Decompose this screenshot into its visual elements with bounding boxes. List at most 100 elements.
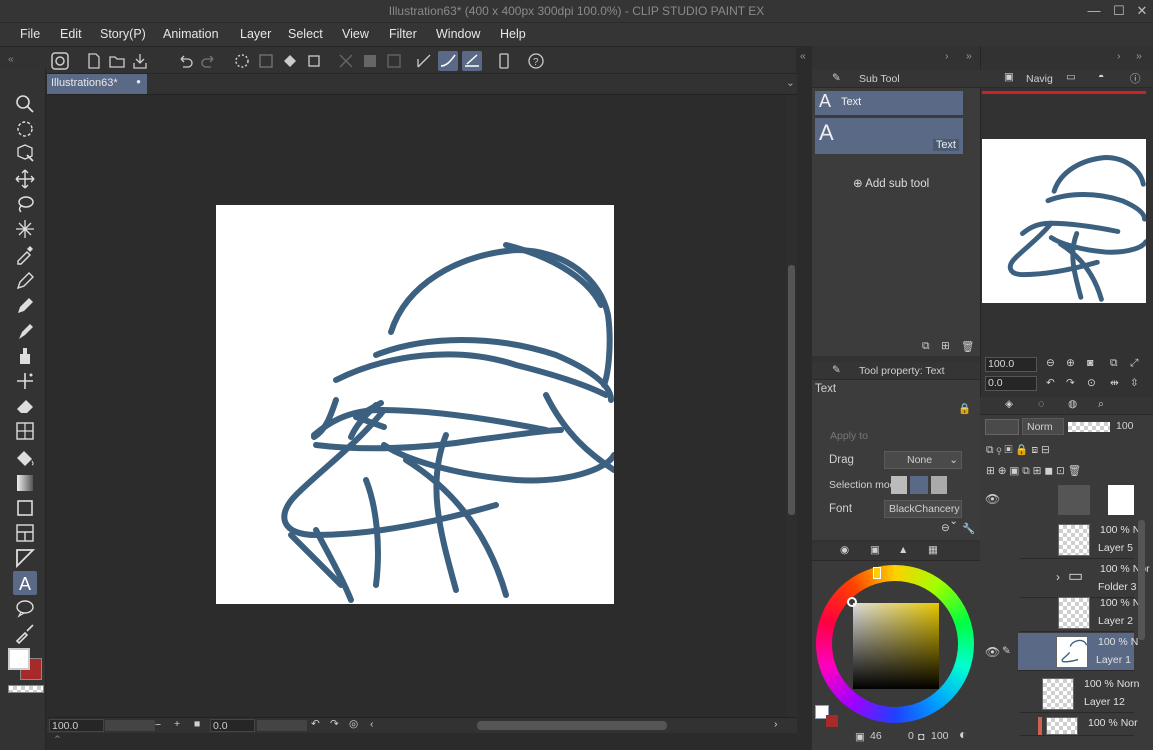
redo-icon[interactable] — [199, 51, 219, 71]
layer-tab-icon[interactable]: ◈ — [1005, 398, 1013, 410]
pen-icon[interactable] — [13, 269, 37, 293]
nav-zoom-out-icon[interactable]: ⊖ — [1046, 357, 1055, 369]
decoration-icon[interactable] — [13, 369, 37, 393]
save-icon[interactable] — [130, 51, 150, 71]
fill-bucket-icon[interactable] — [280, 51, 300, 71]
sub-tool-group-text[interactable]: A Text — [815, 91, 963, 115]
wrench-icon[interactable]: 🔧 — [962, 522, 975, 535]
tool-property-title[interactable]: Tool property: Text — [859, 365, 945, 377]
snap-grid-icon[interactable] — [462, 51, 482, 71]
blend-icon[interactable] — [13, 419, 37, 443]
airbrush-icon[interactable] — [13, 344, 37, 368]
selection-border-icon[interactable] — [384, 51, 404, 71]
transform-icon[interactable] — [304, 51, 324, 71]
selection-mode-subtract-icon[interactable] — [931, 476, 947, 494]
menu-layer[interactable]: Layer — [240, 27, 271, 41]
reset-tool-icon[interactable]: ⊖ — [941, 522, 950, 534]
rotation-slider[interactable] — [257, 720, 307, 731]
smartphone-icon[interactable] — [494, 51, 514, 71]
sub-view-tab-icon[interactable]: ▭ — [1066, 71, 1076, 83]
figure-icon[interactable] — [13, 496, 37, 520]
info-tab-icon[interactable]: ◓ — [1098, 71, 1104, 83]
add-sub-tool-button[interactable]: ⊕ Add sub tool — [853, 176, 929, 190]
zoom-out-icon[interactable]: − — [155, 719, 161, 731]
rotation-field[interactable]: 0.0 — [210, 719, 255, 732]
rotate-right-icon[interactable]: ↷ — [330, 718, 339, 730]
canvas-horizontal-scrollbar[interactable] — [477, 721, 667, 730]
drawing-canvas[interactable] — [216, 205, 617, 604]
right-column-expand-icon[interactable]: › — [1117, 50, 1121, 62]
nav-zoom-in-icon[interactable]: ⊕ — [1066, 357, 1075, 369]
visibility-eye-icon[interactable]: 👁 — [985, 492, 1000, 506]
history-tab-icon[interactable]: ▦ — [928, 544, 938, 556]
nav-fit-window-icon[interactable]: ⧉ — [1110, 357, 1118, 370]
snap-special-ruler-icon[interactable] — [438, 51, 458, 71]
undo-icon[interactable] — [175, 51, 195, 71]
menu-animation[interactable]: Animation — [163, 27, 219, 41]
selection-mode-add-icon[interactable] — [910, 476, 928, 494]
lasso-icon[interactable] — [13, 192, 37, 216]
nav-reset-rotation-icon[interactable]: ⊙ — [1087, 377, 1096, 389]
collapse-left-icon[interactable]: « — [8, 53, 14, 65]
expand-icon[interactable]: ⌃ — [53, 734, 62, 746]
brush-icon[interactable] — [13, 319, 37, 343]
layer-row-layer5[interactable]: 100 % N Layer 5 — [1020, 521, 1140, 559]
layer-property-tab-icon[interactable]: ◌ — [1038, 398, 1044, 410]
new-subtool-icon[interactable]: ⊞ — [941, 340, 950, 352]
ruler-icon[interactable] — [13, 546, 37, 570]
minimize-button[interactable]: — — [1084, 2, 1104, 20]
scroll-left-icon[interactable]: ‹ — [370, 718, 374, 730]
text-icon[interactable]: A — [13, 571, 37, 595]
deselect-icon[interactable] — [336, 51, 356, 71]
rotate-left-icon[interactable]: ↶ — [311, 718, 320, 730]
color-mode-icon[interactable]: ◐ — [959, 726, 967, 742]
visibility-eye-icon[interactable]: 👁 — [985, 645, 1000, 659]
menu-window[interactable]: Window — [436, 27, 480, 41]
item-bank-tab-icon[interactable]: ⓘ — [1130, 71, 1141, 86]
correct-line-icon[interactable] — [13, 621, 37, 645]
transparent-color-swatch[interactable] — [8, 685, 44, 693]
menu-view[interactable]: View — [342, 27, 369, 41]
layer-search-tab-icon[interactable]: ◍ — [1068, 398, 1077, 410]
color-picker-handle[interactable] — [847, 597, 857, 607]
document-tab[interactable]: Illustration63* ● — [47, 74, 147, 94]
layer-row-layer12[interactable]: 100 % Norn Layer 12 — [1020, 675, 1139, 713]
collapse-column-icon[interactable]: « — [800, 50, 806, 62]
color-wheel-tab-icon[interactable]: ◉ — [840, 544, 849, 556]
saturation-value-square[interactable] — [853, 603, 939, 689]
expand-column-icon[interactable]: › — [945, 50, 949, 62]
zoom-icon[interactable] — [13, 92, 37, 116]
open-folder-icon[interactable] — [107, 51, 127, 71]
sub-tool-item-text[interactable]: A Text — [815, 118, 963, 154]
navigator-zoom-field[interactable]: 100.0 — [985, 357, 1037, 372]
menu-edit[interactable]: Edit — [60, 27, 82, 41]
snap-ruler-icon[interactable] — [414, 51, 434, 71]
layer-row-layer1[interactable]: 100 % N Layer 1 — [1018, 633, 1138, 671]
hue-handle[interactable] — [873, 567, 881, 579]
clear-icon[interactable] — [256, 51, 276, 71]
loading-icon[interactable] — [232, 51, 252, 71]
sub-color-mini-swatch[interactable] — [826, 715, 838, 727]
close-tab-icon[interactable]: ● — [136, 77, 141, 86]
layer-row-paper[interactable] — [1020, 483, 1134, 521]
delete-subtool-icon[interactable]: 🗑 — [961, 340, 974, 353]
layer-row-bottom[interactable]: 100 % Nor — [1020, 714, 1138, 736]
nav-rotate-left-icon[interactable]: ↶ — [1046, 377, 1055, 389]
font-dropdown[interactable]: BlackChancery ⌄ — [884, 500, 962, 527]
scroll-right-icon[interactable]: › — [774, 718, 778, 730]
layer-row-layer2[interactable]: 100 % N Layer 2 — [1020, 594, 1140, 632]
help-icon[interactable]: ? — [526, 51, 546, 71]
menu-filter[interactable]: Filter — [389, 27, 417, 41]
navigator-preview[interactable] — [982, 139, 1149, 303]
zoom-in-icon[interactable]: + — [174, 718, 180, 730]
nav-flip-horizontal-icon[interactable]: ⇹ — [1110, 377, 1119, 389]
move-icon[interactable] — [13, 117, 37, 141]
menu-help[interactable]: Help — [500, 27, 526, 41]
nav-fit-icon[interactable]: ◙ — [1087, 357, 1093, 369]
zoom-reset-icon[interactable]: ■ — [194, 718, 200, 730]
frame-icon[interactable] — [13, 521, 37, 545]
nav-flip-vertical-icon[interactable]: ⇳ — [1130, 377, 1139, 389]
balloon-icon[interactable] — [13, 596, 37, 620]
selection-mode-new-icon[interactable] — [891, 476, 907, 494]
color-set-tab-icon[interactable]: ▣ — [870, 544, 880, 556]
